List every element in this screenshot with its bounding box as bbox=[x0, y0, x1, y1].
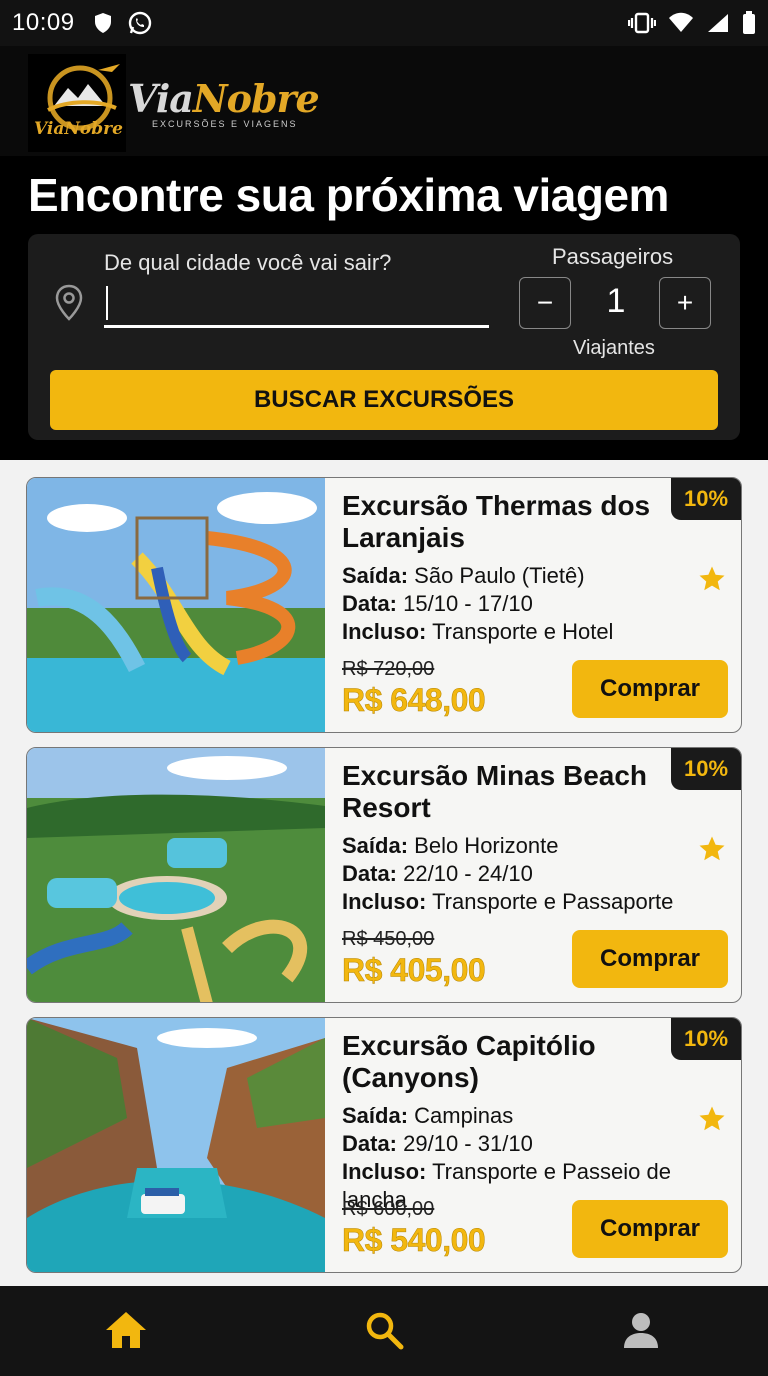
buy-button[interactable]: Comprar bbox=[572, 1200, 728, 1258]
buy-button[interactable]: Comprar bbox=[572, 660, 728, 718]
nav-search[interactable] bbox=[360, 1306, 408, 1354]
trip-title: Excursão Minas Beach Resort bbox=[342, 760, 648, 823]
search-hero: Encontre sua próxima viagem De qual cida… bbox=[0, 156, 768, 460]
trip-departure: Campinas bbox=[414, 1103, 514, 1128]
search-icon bbox=[366, 1312, 404, 1350]
trip-departure: São Paulo (Tietê) bbox=[414, 563, 585, 588]
origin-city-input[interactable] bbox=[104, 284, 489, 328]
logo-wordmark: ViaNobre EXCURSÕES E VIAGENS bbox=[128, 76, 320, 129]
page-title: Encontre sua próxima viagem bbox=[28, 169, 669, 221]
date-label: Data: bbox=[342, 1131, 398, 1156]
departure-label: Saída: bbox=[342, 563, 409, 588]
discount-badge: 10% bbox=[671, 748, 741, 790]
trip-title: Excursão Capitólio (Canyons) bbox=[342, 1030, 596, 1093]
trip-photo-waterpark bbox=[27, 478, 325, 732]
location-pin-icon bbox=[55, 284, 83, 321]
included-label: Incluso: bbox=[342, 889, 427, 914]
brand-via: Via bbox=[128, 76, 194, 121]
trip-details: Saída: São Paulo (Tietê) Data: 15/10 - 1… bbox=[342, 562, 613, 646]
travelers-label: Viajantes bbox=[573, 337, 655, 359]
text-caret bbox=[106, 286, 108, 320]
trip-card[interactable]: 10% Excursão Capitólio (Canyons) Saída: … bbox=[26, 1017, 742, 1273]
shield-icon bbox=[94, 13, 111, 33]
trip-photo-resort bbox=[27, 748, 325, 1002]
discount-badge: 10% bbox=[671, 1018, 741, 1060]
trip-included: Transporte e Passaporte bbox=[432, 889, 674, 914]
wifi-icon bbox=[669, 12, 693, 32]
passengers-decrement-button[interactable]: − bbox=[519, 277, 571, 329]
trip-departure: Belo Horizonte bbox=[414, 833, 559, 858]
favorite-star-icon[interactable] bbox=[697, 564, 727, 594]
trip-dates: 29/10 - 31/10 bbox=[403, 1131, 533, 1156]
trip-included: Transporte e Hotel bbox=[432, 619, 614, 644]
trip-details: Saída: Belo Horizonte Data: 22/10 - 24/1… bbox=[342, 832, 673, 916]
status-time: 10:09 bbox=[12, 9, 75, 36]
search-card: De qual cidade você vai sair? Passageiro… bbox=[28, 234, 740, 440]
bottom-navigation bbox=[0, 1286, 768, 1376]
passengers-label: Passageiros bbox=[552, 244, 674, 269]
vibrate-icon bbox=[628, 12, 656, 34]
date-label: Data: bbox=[342, 591, 398, 616]
nav-home[interactable] bbox=[102, 1306, 150, 1354]
brand-nobre: Nobre bbox=[192, 76, 320, 121]
current-price: R$ 540,00 bbox=[342, 1222, 486, 1259]
trip-photo-canyons bbox=[27, 1018, 325, 1272]
status-bar: 10:09 bbox=[0, 0, 768, 46]
logo-emblem[interactable]: ViaNobre bbox=[28, 54, 126, 152]
discount-badge: 10% bbox=[671, 478, 741, 520]
passengers-count: 1 bbox=[606, 282, 626, 320]
profile-icon bbox=[624, 1313, 658, 1348]
trip-dates: 15/10 - 17/10 bbox=[403, 591, 533, 616]
app-header: ViaNobre ViaNobre EXCURSÕES E VIAGENS bbox=[0, 46, 768, 156]
old-price: R$ 450,00 bbox=[342, 928, 435, 950]
whatsapp-icon bbox=[128, 11, 151, 35]
battery-icon bbox=[743, 11, 755, 34]
home-icon bbox=[106, 1312, 146, 1348]
old-price: R$ 600,00 bbox=[342, 1198, 435, 1220]
brand-tagline: EXCURSÕES E VIAGENS bbox=[152, 119, 298, 129]
signal-icon bbox=[708, 14, 728, 32]
favorite-star-icon[interactable] bbox=[697, 834, 727, 864]
trip-title: Excursão Thermas dos Laranjais bbox=[342, 490, 651, 553]
current-price: R$ 648,00 bbox=[342, 682, 486, 719]
included-label: Incluso: bbox=[342, 619, 427, 644]
departure-label: Saída: bbox=[342, 833, 409, 858]
included-label: Incluso: bbox=[342, 1159, 427, 1184]
old-price: R$ 720,00 bbox=[342, 658, 435, 680]
logo-emblem-text: ViaNobre bbox=[34, 119, 123, 139]
trip-card[interactable]: 10% Excursão Minas Beach Resort Saída: B… bbox=[26, 747, 742, 1003]
buy-button[interactable]: Comprar bbox=[572, 930, 728, 988]
search-excursions-button[interactable]: BUSCAR EXCURSÕES bbox=[50, 370, 718, 430]
current-price: R$ 405,00 bbox=[342, 952, 486, 989]
departure-label: Saída: bbox=[342, 1103, 409, 1128]
date-label: Data: bbox=[342, 861, 398, 886]
nav-profile[interactable] bbox=[617, 1306, 665, 1354]
passengers-increment-button[interactable]: + bbox=[659, 277, 711, 329]
trip-dates: 22/10 - 24/10 bbox=[403, 861, 533, 886]
origin-label: De qual cidade você vai sair? bbox=[104, 250, 392, 275]
trip-card[interactable]: 10% Excursão Thermas dos Laranjais Saída… bbox=[26, 477, 742, 733]
